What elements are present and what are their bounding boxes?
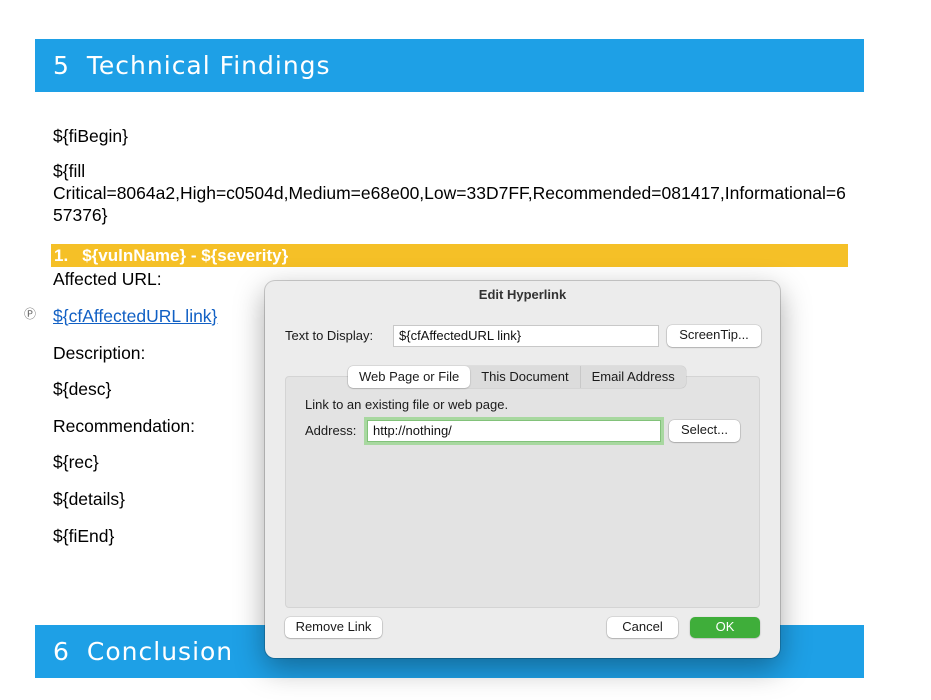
text-to-display-input[interactable]: ${cfAffectedURL link} (393, 325, 659, 347)
section-heading-technical-findings: 5 Technical Findings (35, 39, 864, 92)
fill-line-rest: Critical=8064a2,High=c0504d,Medium=e68e0… (53, 183, 846, 225)
section-number: 6 (53, 637, 70, 666)
cancel-button[interactable]: Cancel (607, 617, 678, 638)
ok-button[interactable]: OK (690, 617, 760, 638)
screentip-button[interactable]: ScreenTip... (667, 325, 761, 347)
link-type-tabs: Web Page or File This Document Email Add… (348, 366, 686, 388)
vuln-heading-text: ${vulnName} - ${severity} (82, 246, 289, 265)
details-placeholder: ${details} (53, 489, 126, 509)
remove-link-button[interactable]: Remove Link (285, 617, 382, 638)
rec-placeholder: ${rec} (53, 452, 99, 472)
desc-placeholder: ${desc} (53, 379, 112, 399)
fi-begin-placeholder: ${fiBegin} (53, 126, 128, 146)
recommendation-label: Recommendation: (53, 416, 196, 436)
select-button[interactable]: Select... (669, 420, 740, 442)
tab-web-page-or-file[interactable]: Web Page or File (348, 366, 471, 388)
fill-line-1: ${fill (53, 161, 86, 181)
dialog-title: Edit Hyperlink (478, 287, 567, 302)
affected-url-link[interactable]: ${cfAffectedURL link} (53, 305, 217, 327)
affected-url-label: Affected URL: (53, 269, 162, 289)
fill-placeholder-paragraph: ${fill Critical=8064a2,High=c0504d,Mediu… (53, 160, 853, 226)
fi-end-placeholder: ${fiEnd} (53, 526, 115, 546)
section-number: 5 (53, 51, 70, 80)
instruction-text: Link to an existing file or web page. (305, 397, 509, 412)
anchor-icon: Ⓟ (24, 307, 37, 321)
section-title: Technical Findings (86, 51, 331, 80)
vuln-heading-number: 1. (54, 246, 69, 265)
text-to-display-label: Text to Display: (285, 328, 374, 343)
description-label: Description: (53, 343, 146, 363)
address-input[interactable]: http://nothing/ (367, 420, 661, 442)
section-title: Conclusion (86, 637, 234, 666)
address-label: Address: (305, 423, 357, 438)
tab-this-document[interactable]: This Document (470, 366, 581, 388)
tab-email-address[interactable]: Email Address (581, 366, 686, 388)
vuln-heading: 1. ${vulnName} - ${severity} (51, 244, 848, 267)
edit-hyperlink-dialog: Edit Hyperlink Text to Display: ${cfAffe… (265, 281, 780, 658)
hyperlink-text[interactable]: ${cfAffectedURL link} (53, 306, 217, 326)
